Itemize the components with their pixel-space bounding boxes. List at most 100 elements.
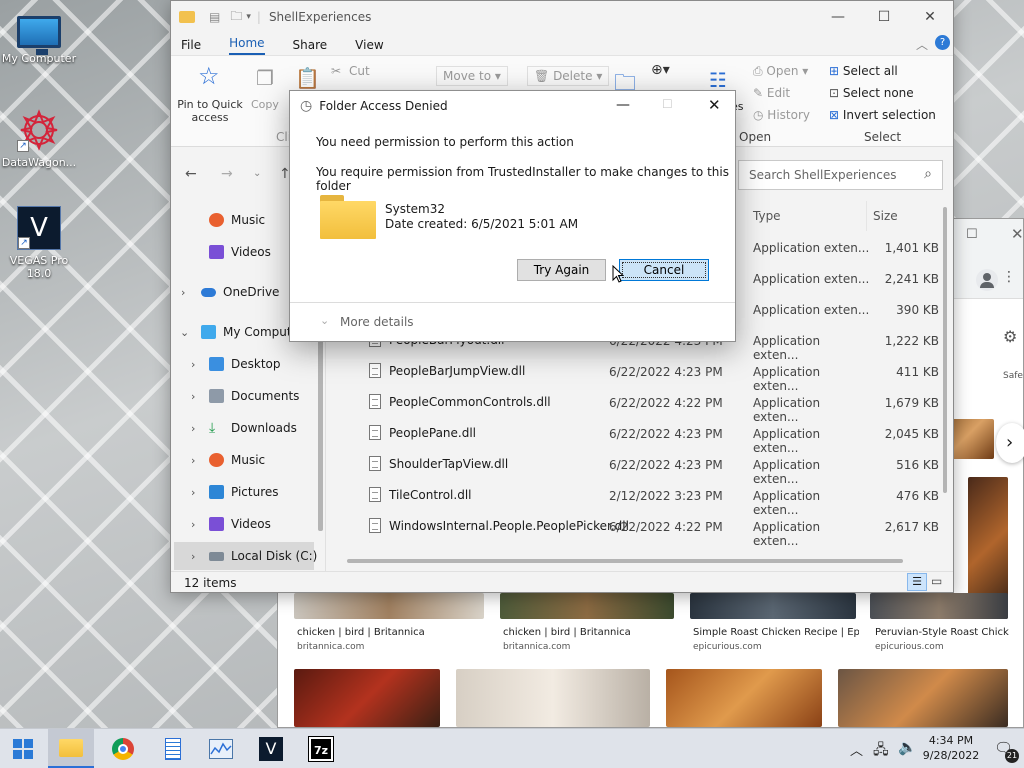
history-button[interactable]: ◷ History	[753, 108, 810, 122]
move-to-button[interactable]: Move to ▾	[436, 66, 508, 86]
file-icon	[369, 425, 381, 440]
chevron-down-icon[interactable]: ⌄	[320, 314, 329, 327]
start-button[interactable]	[0, 729, 46, 768]
datawagon-icon: ↗	[17, 108, 61, 152]
more-details-link[interactable]: More details	[340, 315, 414, 329]
horizontal-scrollbar[interactable]	[347, 559, 903, 563]
close-button[interactable]: ✕	[907, 1, 953, 33]
desktop-icon-vegas[interactable]: V ↗ VEGAS Pro 18.0	[0, 206, 78, 280]
vertical-scrollbar[interactable]	[943, 207, 947, 493]
folder-name: System32	[385, 202, 446, 216]
table-row[interactable]: TileControl.dll 2/12/2022 3:23 PM Applic…	[171, 480, 939, 517]
tiles-view-icon[interactable]: ▭	[931, 574, 942, 588]
invert-selection-button[interactable]: ⊠ Invert selection	[829, 108, 936, 122]
new-item-icon[interactable]: ⊕▾	[651, 62, 670, 78]
pin-quick-access-button[interactable]: Pin to Quick access	[175, 98, 245, 124]
details-view-icon[interactable]: ☰	[907, 573, 927, 591]
search-input[interactable]: Search ShellExperiences ⌕	[738, 160, 943, 190]
dialog-detail: You require permission from TrustedInsta…	[316, 165, 729, 193]
tree-item-onedrive[interactable]: OneDrive	[201, 285, 279, 299]
tree-item-videos[interactable]: Videos	[209, 245, 271, 259]
edit-button[interactable]: ✎ Edit	[753, 86, 790, 100]
table-row[interactable]: PeoplePane.dll 6/22/2022 4:23 PM Applica…	[171, 418, 939, 455]
taskbar-file-explorer[interactable]	[48, 729, 94, 768]
chevron-down-icon[interactable]: ▾	[246, 12, 251, 22]
result-image[interactable]	[456, 669, 650, 727]
cancel-button[interactable]: Cancel	[619, 259, 709, 281]
clock[interactable]: 4:34 PM 9/28/2022	[918, 733, 984, 763]
minimize-button[interactable]: —	[815, 1, 861, 33]
tree-item-local-disk[interactable]: Local Disk (C:)	[209, 549, 317, 563]
tree-item-music[interactable]: Music	[209, 213, 265, 227]
result-image[interactable]	[870, 593, 1008, 619]
properties-icon[interactable]: ▤	[209, 10, 220, 24]
maximize-icon[interactable]: ☐	[966, 227, 978, 242]
result-caption[interactable]: chicken | bird | Britannica	[503, 627, 673, 638]
result-image[interactable]	[666, 669, 822, 727]
network-icon[interactable]: 🖧	[873, 739, 889, 763]
safe-search-label: Safe	[1003, 371, 1023, 381]
result-caption[interactable]: chicken | bird | Britannica	[297, 627, 477, 638]
table-row[interactable]: PeopleBarJumpView.dll 6/22/2022 4:23 PM …	[171, 356, 939, 393]
chevron-up-icon[interactable]: ︿	[850, 740, 863, 759]
open-button[interactable]: ⎙ Open ▾	[753, 64, 808, 79]
chevron-right-icon[interactable]: ›	[181, 286, 185, 299]
minimize-button[interactable]: —	[616, 97, 630, 113]
copy-button[interactable]: Copy	[251, 98, 279, 111]
tab-view[interactable]: View	[355, 38, 383, 55]
taskbar-7zip[interactable]: 7z	[298, 729, 344, 768]
delete-button[interactable]: 🗑 Delete ▾	[527, 66, 610, 86]
menu-icon[interactable]: ⋮	[1002, 269, 1016, 285]
tab-home[interactable]: Home	[229, 36, 265, 55]
table-row[interactable]: WindowsInternal.People.PeoplePicker.dll …	[171, 511, 939, 548]
select-all-button[interactable]: ⊞ Select all	[829, 64, 898, 78]
dialog-title: Folder Access Denied	[319, 99, 448, 113]
forward-arrow-icon[interactable]: →	[221, 166, 233, 182]
profile-avatar[interactable]	[976, 269, 998, 291]
table-row[interactable]: PeopleCommonControls.dll 6/22/2022 4:22 …	[171, 387, 939, 424]
taskbar-vegas[interactable]: V	[248, 729, 294, 768]
back-arrow-icon[interactable]: ←	[185, 166, 197, 182]
carousel-next-button[interactable]: ›	[996, 423, 1024, 463]
taskbar-notepad[interactable]	[150, 729, 196, 768]
gear-icon[interactable]: ⚙	[1003, 327, 1017, 346]
notepad-icon	[165, 738, 181, 760]
7zip-icon: 7z	[308, 736, 334, 762]
result-image[interactable]	[294, 593, 484, 619]
tab-share[interactable]: Share	[293, 38, 328, 55]
select-none-icon: ⊡	[829, 86, 840, 100]
taskbar-chrome[interactable]	[100, 729, 146, 768]
chevron-right-icon[interactable]: ›	[191, 550, 195, 563]
collapse-ribbon-icon[interactable]: ︿	[916, 36, 928, 53]
result-image[interactable]	[500, 593, 674, 619]
maximize-button[interactable]: ☐	[861, 1, 907, 33]
tab-file[interactable]: File	[181, 38, 201, 55]
taskbar-resource-monitor[interactable]	[198, 729, 244, 768]
recent-locations-icon[interactable]: ⌄	[253, 168, 261, 179]
dialog-message: You need permission to perform this acti…	[316, 135, 574, 149]
properties-ribbon-icon[interactable]: ☷	[709, 68, 727, 92]
result-caption[interactable]: Peruvian-Style Roast Chicke...	[875, 627, 1009, 638]
close-icon[interactable]: ✕	[1011, 225, 1024, 243]
column-header-type[interactable]: Type	[753, 209, 781, 223]
folder-access-denied-dialog[interactable]: ◷ Folder Access Denied — ☐ ✕ You need pe…	[289, 90, 736, 342]
folder-date: Date created: 6/5/2021 5:01 AM	[385, 217, 579, 231]
desktop-icon-my-computer[interactable]: My Computer	[0, 10, 78, 65]
result-source: epicurious.com	[693, 642, 762, 652]
chart-icon	[209, 739, 233, 759]
result-caption[interactable]: Simple Roast Chicken Recipe | Epi...	[693, 627, 859, 638]
result-image[interactable]	[294, 669, 440, 727]
result-image[interactable]	[690, 593, 856, 619]
table-row[interactable]: ShoulderTapView.dll 6/22/2022 4:23 PM Ap…	[171, 449, 939, 486]
try-again-button[interactable]: Try Again	[517, 259, 606, 281]
help-icon[interactable]: ?	[935, 35, 950, 50]
cut-button[interactable]: Cut	[349, 64, 370, 78]
select-none-button[interactable]: ⊡ Select none	[829, 86, 914, 100]
new-folder-icon[interactable]: 🗀	[230, 7, 242, 28]
vegas-icon: V	[259, 737, 283, 761]
result-image[interactable]	[838, 669, 1008, 727]
volume-icon[interactable]: 🔈	[898, 738, 917, 756]
column-header-size[interactable]: Size	[873, 209, 898, 223]
close-button[interactable]: ✕	[708, 96, 721, 114]
desktop-icon-datawagon[interactable]: ↗ DataWagon...	[0, 108, 78, 169]
